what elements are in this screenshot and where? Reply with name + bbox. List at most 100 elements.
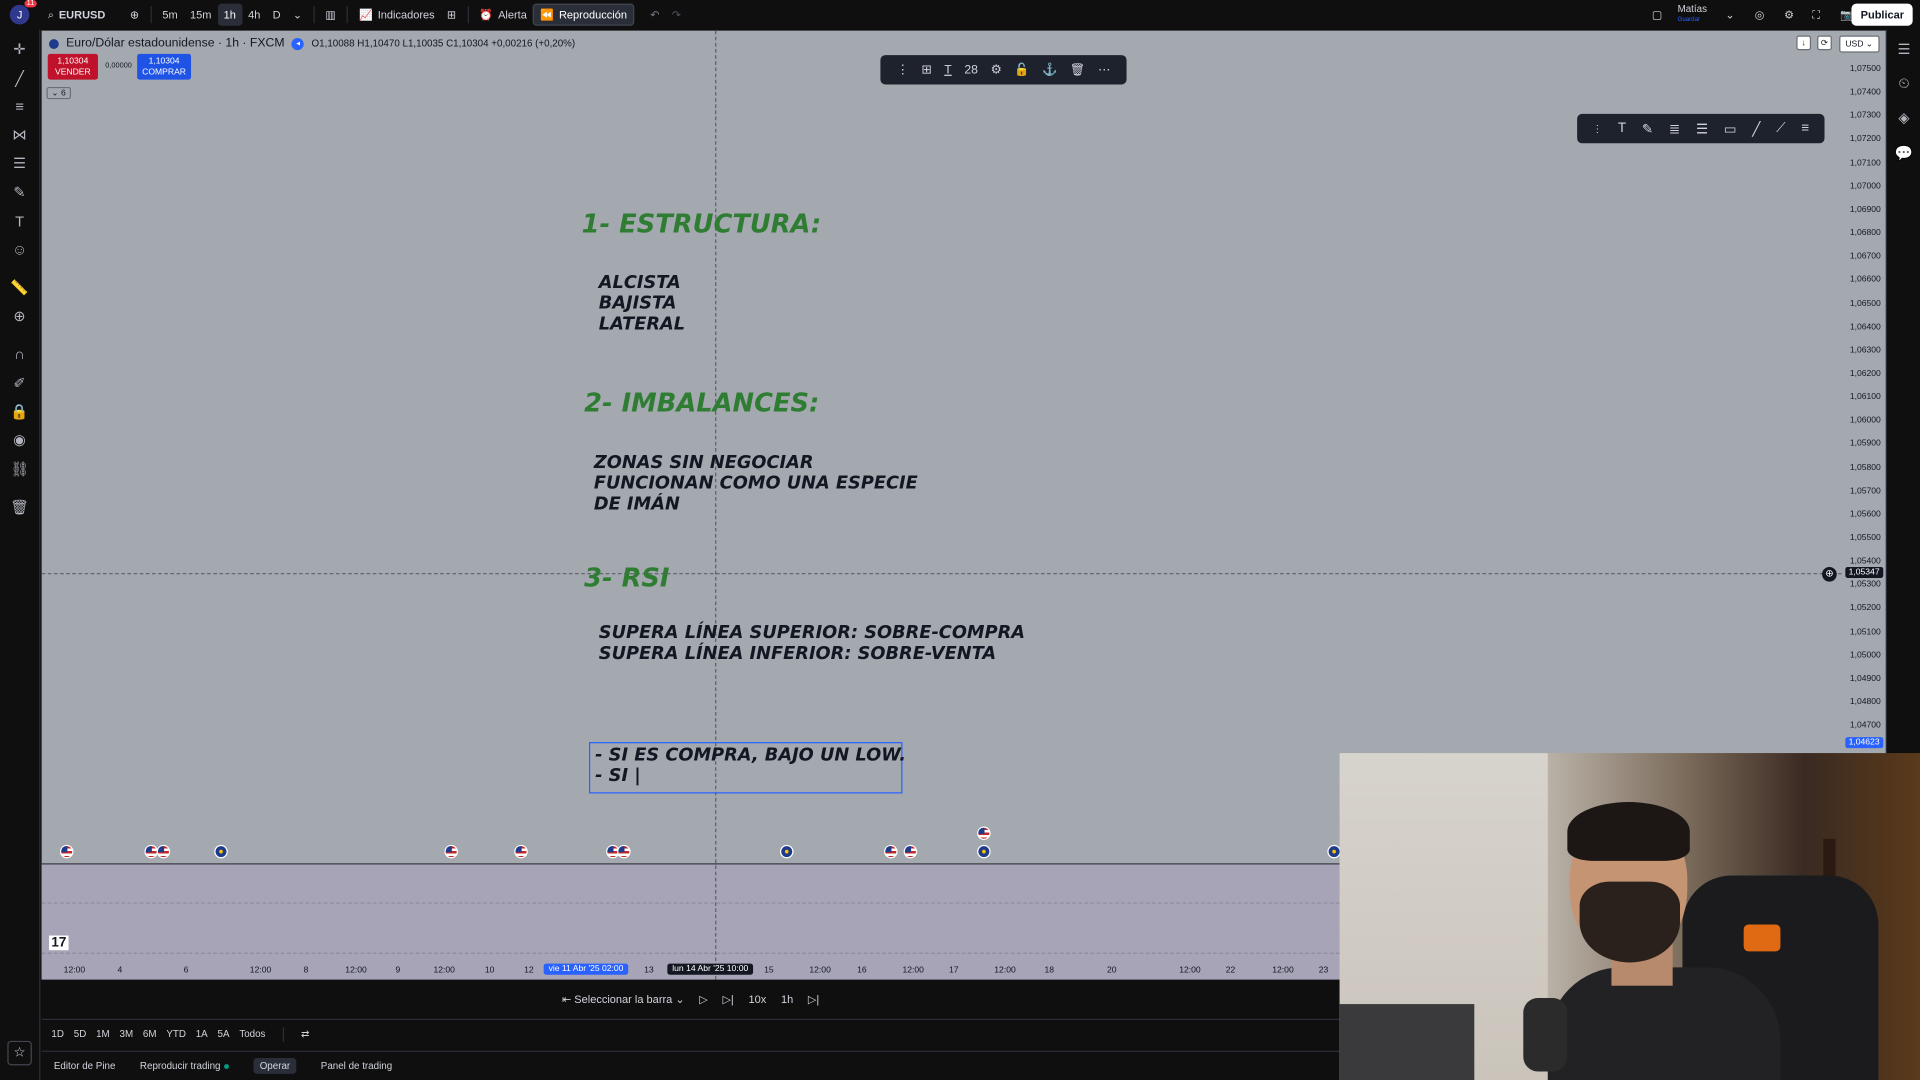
us-event-icon[interactable] — [514, 844, 528, 859]
ruler-icon[interactable]: 📏 — [10, 278, 30, 298]
text-icon[interactable]: T — [1618, 121, 1626, 136]
download-icon[interactable]: ↓ — [1796, 35, 1812, 51]
fib-icon[interactable]: ≡ — [1801, 121, 1809, 136]
star-icon[interactable]: ☆ — [7, 1040, 32, 1066]
us-event-icon[interactable] — [903, 844, 918, 859]
magnet-icon[interactable]: ∩ — [10, 344, 30, 364]
range-button[interactable]: YTD — [166, 1029, 186, 1040]
time-axis[interactable]: 23 12:00 22 12:00 20 18 12:00 17 12:00 16 12:00 15 1… — [42, 961, 1340, 979]
eye-icon[interactable]: ◉ — [10, 430, 30, 450]
zoom-in-icon[interactable]: ⊕ — [10, 306, 30, 326]
tab-trading-panel[interactable]: Panel de trading — [321, 1060, 392, 1071]
buy-button[interactable]: 1,10304 COMPRAR — [137, 53, 192, 80]
pattern-icon[interactable]: ⋈ — [10, 125, 30, 145]
range-button[interactable]: 1D — [51, 1029, 64, 1040]
us-event-icon[interactable] — [617, 844, 631, 859]
fullscreen-icon[interactable]: ⛶ — [1806, 4, 1826, 26]
timeframe-d[interactable]: D — [267, 4, 287, 26]
go-to-date-icon[interactable]: ⇄ — [301, 1029, 309, 1040]
channel-icon[interactable]: ≣ — [1669, 121, 1680, 137]
play-icon[interactable]: ▷ — [699, 992, 707, 1005]
eu-event-icon[interactable] — [214, 844, 228, 859]
add-symbol-icon[interactable]: ⊕ — [124, 4, 145, 26]
select-bar-button[interactable]: ⇤ Seleccionar la barra ⌄ — [562, 992, 685, 1005]
link-icon[interactable]: ⛓ — [10, 459, 30, 479]
speed-select[interactable]: 10x — [748, 993, 766, 1005]
sell-button[interactable]: 1,10304 VENDER — [47, 53, 98, 80]
tab-trade[interactable]: Operar — [253, 1057, 297, 1074]
note-editing-textbox[interactable]: - SI ES COMPRA, BAJO UN LOW. - SI | — [588, 742, 906, 794]
note-imbalances-body[interactable]: ZONAS SIN NEGOCIAR FUNCIONAN COMO UNA ES… — [594, 453, 918, 515]
pane-separator[interactable] — [41, 863, 1340, 865]
timeframe-15m[interactable]: 15m — [184, 4, 218, 26]
redo-icon[interactable]: ↷ — [666, 4, 687, 26]
symbol-name[interactable]: Euro/Dólar estadounidense · 1h · FXCM — [66, 37, 284, 50]
layers-icon[interactable]: ◈ — [1894, 108, 1914, 128]
interval-select[interactable]: 1h — [781, 993, 793, 1005]
trend-line-icon[interactable]: ╱ — [1752, 121, 1760, 137]
range-button[interactable]: 6M — [143, 1029, 157, 1040]
timeframe-1h[interactable]: 1h — [217, 3, 243, 26]
pitchfork-icon[interactable]: ☰ — [1696, 121, 1708, 137]
us-event-icon[interactable] — [884, 844, 898, 859]
note-heading-rsi[interactable]: 3- RSI — [584, 563, 669, 592]
trash-icon[interactable]: 🗑 — [1070, 63, 1086, 76]
chevron-down-icon[interactable]: ⌄ — [287, 4, 308, 26]
anchor-icon[interactable]: ⚓ — [1042, 63, 1057, 76]
crosshair-icon[interactable]: ✛ — [10, 39, 30, 59]
range-button[interactable]: 1A — [196, 1029, 208, 1040]
rectangle-icon[interactable]: ▭ — [1724, 121, 1737, 137]
templates-icon[interactable]: ⊞ — [441, 4, 462, 26]
jump-to-realtime-icon[interactable]: ▷| — [808, 992, 819, 1005]
template-icon[interactable]: ⊞ — [921, 63, 931, 76]
note-heading-structure[interactable]: 1- ESTRUCTURA: — [582, 209, 822, 238]
note-rsi-body[interactable]: SUPERA LÍNEA SUPERIOR: SOBRE-COMPRA SUPE… — [599, 623, 1025, 665]
user-avatar[interactable]: J 11 — [9, 0, 37, 25]
drag-handle-icon[interactable]: ⋮ — [897, 63, 909, 76]
projection-icon[interactable]: ☰ — [10, 153, 30, 173]
brush-icon[interactable]: ✎ — [1642, 121, 1653, 137]
text-color-icon[interactable]: T — [944, 63, 951, 76]
range-button[interactable]: 3M — [120, 1029, 134, 1040]
watchlist-icon[interactable]: ☰ — [1894, 39, 1914, 59]
timeframe-4h[interactable]: 4h — [242, 4, 267, 26]
step-forward-icon[interactable]: ▷| — [722, 992, 733, 1005]
refresh-icon[interactable]: ⟳ — [1817, 35, 1832, 51]
note-heading-imbalances[interactable]: 2- IMBALANCES: — [584, 388, 819, 417]
path-icon[interactable]: ⟋ — [1776, 121, 1785, 137]
us-event-icon[interactable] — [60, 844, 74, 859]
lock-icon[interactable]: 🔒 — [10, 402, 30, 422]
user-menu[interactable]: Matías Guardar — [1678, 4, 1707, 26]
font-size[interactable]: 28 — [964, 63, 978, 76]
timeframe-5m[interactable]: 5m — [156, 4, 184, 26]
trash-icon[interactable]: 🗑 — [10, 497, 30, 517]
settings-icon[interactable]: ⚙ — [991, 63, 1002, 76]
chevron-down-icon[interactable]: ⌄ — [1719, 4, 1740, 26]
brush-icon[interactable]: ✎ — [10, 182, 30, 202]
undo-icon[interactable]: ↶ — [644, 4, 665, 26]
emoji-icon[interactable]: ☺ — [10, 240, 30, 260]
fib-icon[interactable]: ≡ — [10, 97, 30, 117]
more-icon[interactable]: ⋯ — [1098, 63, 1110, 76]
settings-icon[interactable]: ⚙ — [1778, 4, 1800, 26]
text-icon[interactable]: T — [10, 212, 30, 232]
range-button[interactable]: Todos — [239, 1029, 265, 1040]
drag-handle-icon[interactable]: ⋮ — [1592, 123, 1602, 134]
replay-button[interactable]: ⏪ Reproducción — [532, 3, 635, 26]
trend-line-icon[interactable]: ╱ — [10, 69, 30, 89]
price-axis[interactable]: 1,07500 1,07400 1,07300 1,07200 1,07100 1,070… — [1837, 31, 1886, 766]
layout-icon[interactable]: ▢ — [1646, 4, 1669, 26]
eu-event-icon[interactable] — [780, 844, 794, 859]
chat-icon[interactable]: 💬 — [1894, 143, 1914, 163]
lock-icon[interactable]: 🔓 — [1014, 63, 1029, 76]
indicators-button[interactable]: 📈 Indicadores — [353, 4, 441, 26]
draw-mode-icon[interactable]: ✐ — [10, 373, 30, 393]
alerts-clock-icon[interactable]: ⏲ — [1894, 73, 1914, 93]
quick-search-icon[interactable]: ◎ — [1749, 4, 1771, 26]
alert-clock-icon[interactable]: ⊕ — [1822, 566, 1837, 582]
publish-button[interactable]: Publicar — [1852, 3, 1913, 26]
us-event-icon[interactable] — [156, 844, 171, 859]
note-structure-body[interactable]: ALCISTA BAJISTA LATERAL — [599, 273, 685, 335]
range-button[interactable]: 5D — [74, 1029, 87, 1040]
eu-event-icon[interactable] — [977, 844, 991, 859]
